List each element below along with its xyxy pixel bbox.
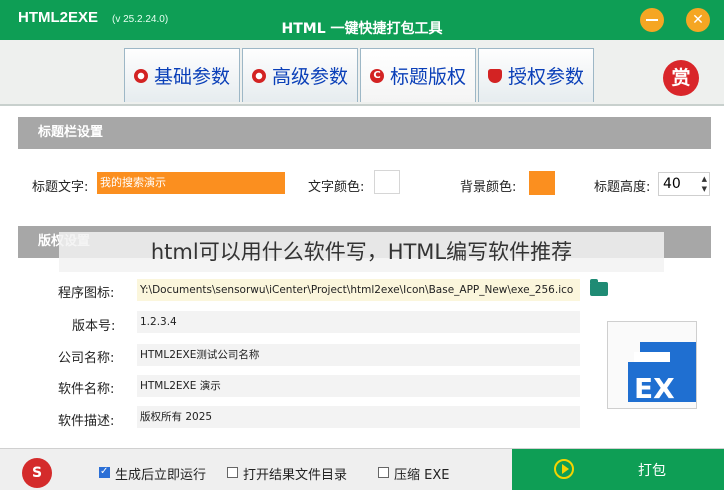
close-button[interactable]: ✕ bbox=[686, 8, 710, 32]
text-color-swatch[interactable] bbox=[374, 170, 400, 194]
tab-license-params[interactable]: 授权参数 bbox=[478, 48, 594, 102]
gear-icon bbox=[133, 68, 148, 83]
program-icon-label: 程序图标: bbox=[58, 286, 115, 301]
run-after-checkbox[interactable] bbox=[99, 466, 110, 478]
exe-icon-text: EX bbox=[634, 372, 675, 405]
copyright-icon bbox=[369, 68, 384, 83]
version-input[interactable]: 1.2.3.4 bbox=[137, 311, 580, 333]
title-height-value: 40 bbox=[663, 176, 681, 192]
text-color-label: 文字颜色: bbox=[308, 180, 365, 195]
version-label: 版本号: bbox=[72, 319, 116, 334]
bg-color-swatch[interactable] bbox=[529, 171, 555, 195]
title-text-label: 标题文字: bbox=[32, 180, 89, 195]
tab-strip: 基础参数 高级参数 标题版权 授权参数 bbox=[0, 40, 724, 106]
gear-icon bbox=[251, 68, 266, 83]
title-height-stepper[interactable]: 40 ▲ ▼ bbox=[658, 172, 710, 196]
close-icon: ✕ bbox=[692, 12, 704, 28]
compress-label: 压缩 EXE bbox=[394, 468, 450, 483]
tab-label: 高级参数 bbox=[271, 66, 348, 88]
company-input[interactable]: HTML2EXE测试公司名称 bbox=[137, 344, 580, 366]
compress-checkbox[interactable] bbox=[378, 467, 389, 478]
bg-color-label: 背景颜色: bbox=[460, 180, 517, 195]
shield-icon bbox=[487, 68, 502, 83]
minimize-icon bbox=[646, 19, 658, 21]
open-dir-checkbox[interactable] bbox=[227, 467, 238, 478]
tab-label: 基础参数 bbox=[153, 66, 230, 88]
software-name-label: 软件名称: bbox=[58, 382, 115, 397]
tab-advanced-params[interactable]: 高级参数 bbox=[242, 48, 358, 102]
app-logo-icon: S bbox=[22, 458, 52, 488]
icon-preview[interactable]: EX bbox=[607, 321, 697, 409]
software-desc-label: 软件描述: bbox=[58, 414, 115, 429]
title-height-label: 标题高度: bbox=[594, 180, 651, 195]
minimize-button[interactable] bbox=[640, 8, 664, 32]
overlay-caption: html可以用什么软件写，HTML编写软件推荐 bbox=[59, 232, 664, 272]
folder-open-icon[interactable] bbox=[590, 279, 608, 296]
tab-label: 授权参数 bbox=[507, 66, 584, 88]
pack-label: 打包 bbox=[638, 463, 666, 479]
play-icon bbox=[554, 459, 574, 479]
stepper-arrows-icon[interactable]: ▲ ▼ bbox=[702, 174, 707, 194]
tab-title-copyright[interactable]: 标题版权 bbox=[360, 48, 476, 102]
title-text-input[interactable]: 我的搜索演示 bbox=[97, 172, 285, 194]
pack-button[interactable]: 打包 bbox=[512, 449, 724, 490]
company-label: 公司名称: bbox=[58, 351, 115, 366]
open-dir-label: 打开结果文件目录 bbox=[243, 468, 348, 483]
software-desc-input[interactable]: 版权所有 2025 bbox=[137, 406, 580, 428]
run-after-label: 生成后立即运行 bbox=[115, 468, 207, 483]
software-name-input[interactable]: HTML2EXE 演示 bbox=[137, 375, 580, 397]
program-icon-path-input[interactable]: Y:\Documents\sensorwu\iCenter\Project\ht… bbox=[137, 279, 580, 301]
titlebar-settings-header: 标题栏设置 bbox=[18, 117, 711, 149]
reward-button[interactable]: 赏 bbox=[663, 60, 699, 96]
exe-icon: EX bbox=[628, 342, 696, 405]
window-title: HTML 一键快捷打包工具 bbox=[281, 21, 443, 37]
title-bar: HTML2EXE (v 25.2.24.0) HTML 一键快捷打包工具 ✕ bbox=[0, 0, 724, 40]
tab-basic-params[interactable]: 基础参数 bbox=[124, 48, 240, 102]
tab-label: 标题版权 bbox=[389, 66, 466, 88]
